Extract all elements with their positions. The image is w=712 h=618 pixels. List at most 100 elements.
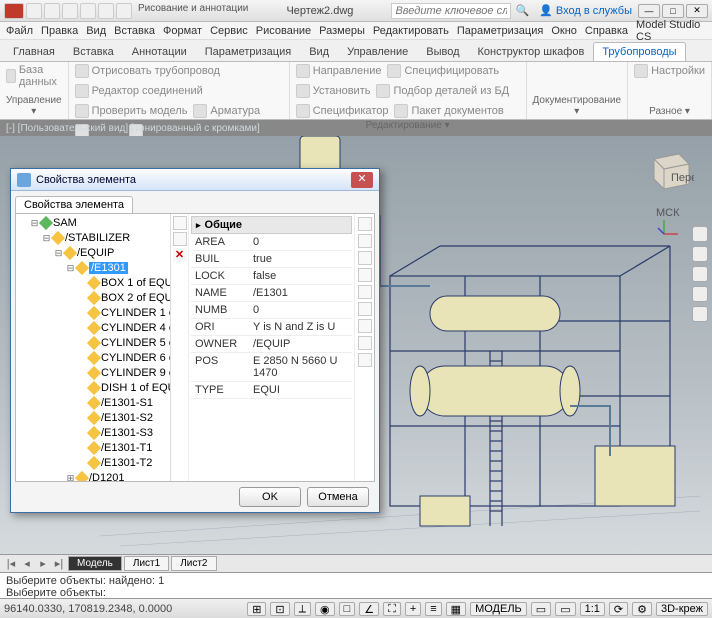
menu-справка[interactable]: Справка — [585, 25, 628, 37]
nav-pan-icon[interactable] — [692, 246, 708, 262]
tab-sheet2[interactable]: Лист2 — [171, 556, 216, 571]
qat-save-icon[interactable] — [62, 3, 78, 19]
prop-edit-icon[interactable] — [358, 234, 372, 248]
ribbon-item[interactable]: Отрисовать трубопровод — [75, 64, 220, 78]
ribbon-tab-8[interactable]: Трубопроводы — [593, 42, 685, 61]
view-mode[interactable]: 3D-креж — [656, 602, 708, 616]
qview-layouts-icon[interactable]: ▭ — [531, 602, 551, 616]
dialog-tab-properties[interactable]: Свойства элемента — [15, 196, 133, 213]
qat-redo-icon[interactable] — [98, 3, 114, 19]
prop-add-icon[interactable] — [358, 268, 372, 282]
prop-link-icon[interactable] — [358, 251, 372, 265]
menu-вставка[interactable]: Вставка — [114, 25, 155, 37]
cancel-button[interactable]: Отмена — [307, 487, 369, 507]
qat-new-icon[interactable] — [26, 3, 42, 19]
ribbon-tab-2[interactable]: Аннотации — [123, 42, 196, 61]
lwt-toggle[interactable]: ≡ — [425, 602, 441, 616]
dyn-toggle[interactable]: + — [405, 602, 421, 616]
menu-размеры[interactable]: Размеры — [319, 25, 365, 37]
qp-toggle[interactable]: ▦ — [446, 602, 466, 616]
tree-paste-icon[interactable] — [173, 232, 187, 246]
property-row[interactable]: POSE 2850 N 5660 U 1470 — [191, 353, 352, 382]
menu-файл[interactable]: Файл — [6, 25, 33, 37]
tab-model[interactable]: Модель — [68, 556, 122, 571]
tab-next-icon[interactable]: ▸ — [36, 557, 50, 570]
workspace-icon[interactable]: ⚙ — [632, 602, 652, 616]
ribbon-item[interactable]: База данных — [6, 64, 62, 88]
ribbon-group-label[interactable]: Разное ▾ — [634, 106, 705, 117]
menu-model studio cs[interactable]: Model Studio CS — [636, 19, 706, 43]
ribbon-tab-5[interactable]: Управление — [338, 42, 417, 61]
ribbon-item[interactable]: Спецификатор — [296, 104, 389, 118]
ribbon-group-label[interactable]: Документирование ▾ — [533, 95, 622, 117]
tab-sheet1[interactable]: Лист1 — [124, 556, 169, 571]
polar-toggle[interactable]: ◉ — [315, 602, 335, 616]
menu-параметризация[interactable]: Параметризация — [457, 25, 543, 37]
menu-правка[interactable]: Правка — [41, 25, 78, 37]
ribbon-item[interactable]: Специфицировать — [387, 64, 499, 78]
login-link[interactable]: 👤 Вход в службы — [539, 4, 632, 17]
model-button[interactable]: МОДЕЛЬ — [470, 602, 527, 616]
tab-first-icon[interactable]: |◂ — [4, 557, 18, 570]
ribbon-tab-3[interactable]: Параметризация — [196, 42, 300, 61]
ortho-toggle[interactable]: ⟂ — [294, 602, 311, 616]
qat-open-icon[interactable] — [44, 3, 60, 19]
dialog-titlebar[interactable]: Свойства элемента ✕ — [11, 169, 379, 191]
annoscale[interactable]: 1:1 — [580, 602, 605, 616]
ribbon-item[interactable]: Пакет документов — [394, 104, 503, 118]
property-row[interactable]: NAME/E1301 — [191, 285, 352, 302]
ducs-toggle[interactable]: ⛶ — [383, 602, 401, 616]
otrack-toggle[interactable]: ∠ — [359, 602, 379, 616]
property-row[interactable]: TYPEEQUI — [191, 382, 352, 399]
ribbon-item[interactable]: Направление — [296, 64, 382, 78]
qat-print-icon[interactable] — [116, 3, 132, 19]
qview-drawings-icon[interactable]: ▭ — [555, 602, 575, 616]
prop-sort-icon[interactable] — [358, 319, 372, 333]
prop-remove-icon[interactable] — [358, 285, 372, 299]
dialog-close-button[interactable]: ✕ — [351, 172, 373, 188]
property-row[interactable]: NUMB0 — [191, 302, 352, 319]
tab-prev-icon[interactable]: ◂ — [20, 557, 34, 570]
command-line[interactable]: Выберите объекты: найдено: 1 Выберите об… — [0, 572, 712, 598]
ribbon-group-label[interactable]: Редактирование ▾ — [296, 120, 520, 131]
tree-copy-icon[interactable] — [173, 216, 187, 230]
ribbon-item[interactable]: Подбор деталей из БД — [376, 84, 509, 98]
property-group-header[interactable]: Общие — [191, 216, 352, 234]
workspace-dropdown[interactable]: Рисование и аннотации — [138, 3, 248, 19]
tree-delete-icon[interactable]: ✕ — [173, 248, 187, 262]
ribbon-tab-4[interactable]: Вид — [300, 42, 338, 61]
ribbon-item[interactable]: Редактор соединений — [75, 84, 203, 98]
nav-orbit-icon[interactable] — [692, 286, 708, 302]
property-row[interactable]: ORIY is N and Z is U — [191, 319, 352, 336]
ribbon-tab-0[interactable]: Главная — [4, 42, 64, 61]
annoscale-icon[interactable]: ⟳ — [609, 602, 628, 616]
property-row[interactable]: LOCKfalse — [191, 268, 352, 285]
qat-undo-icon[interactable] — [80, 3, 96, 19]
menu-сервис[interactable]: Сервис — [210, 25, 248, 37]
menu-окно[interactable]: Окно — [551, 25, 577, 37]
prop-filter-icon[interactable] — [358, 302, 372, 316]
property-row[interactable]: BUILtrue — [191, 251, 352, 268]
prop-check-icon[interactable] — [358, 353, 372, 367]
ribbon-group-label[interactable]: Управление ▾ — [6, 95, 62, 117]
grid-toggle[interactable]: ⊡ — [270, 602, 289, 616]
osnap-toggle[interactable]: □ — [339, 602, 356, 616]
search-input[interactable] — [391, 3, 511, 19]
tab-last-icon[interactable]: ▸| — [52, 557, 66, 570]
snap-toggle[interactable]: ⊞ — [247, 602, 266, 616]
nav-showmotion-icon[interactable] — [692, 306, 708, 322]
ribbon-item[interactable]: Установить — [296, 84, 371, 98]
nav-wheel-icon[interactable] — [692, 226, 708, 242]
nav-zoom-icon[interactable] — [692, 266, 708, 282]
ok-button[interactable]: OK — [239, 487, 301, 507]
prop-expand-icon[interactable] — [358, 217, 372, 231]
prop-refresh-icon[interactable] — [358, 336, 372, 350]
ribbon-item[interactable]: Настройки — [634, 64, 705, 78]
ribbon-item[interactable]: Арматура — [193, 104, 260, 118]
menu-вид[interactable]: Вид — [86, 25, 106, 37]
ribbon-item[interactable]: Проверить модель — [75, 104, 188, 118]
navigation-bar[interactable] — [692, 226, 710, 322]
ribbon-tab-7[interactable]: Конструктор шкафов — [469, 42, 594, 61]
property-row[interactable]: OWNER/EQUIP — [191, 336, 352, 353]
ribbon-tab-6[interactable]: Вывод — [417, 42, 468, 61]
